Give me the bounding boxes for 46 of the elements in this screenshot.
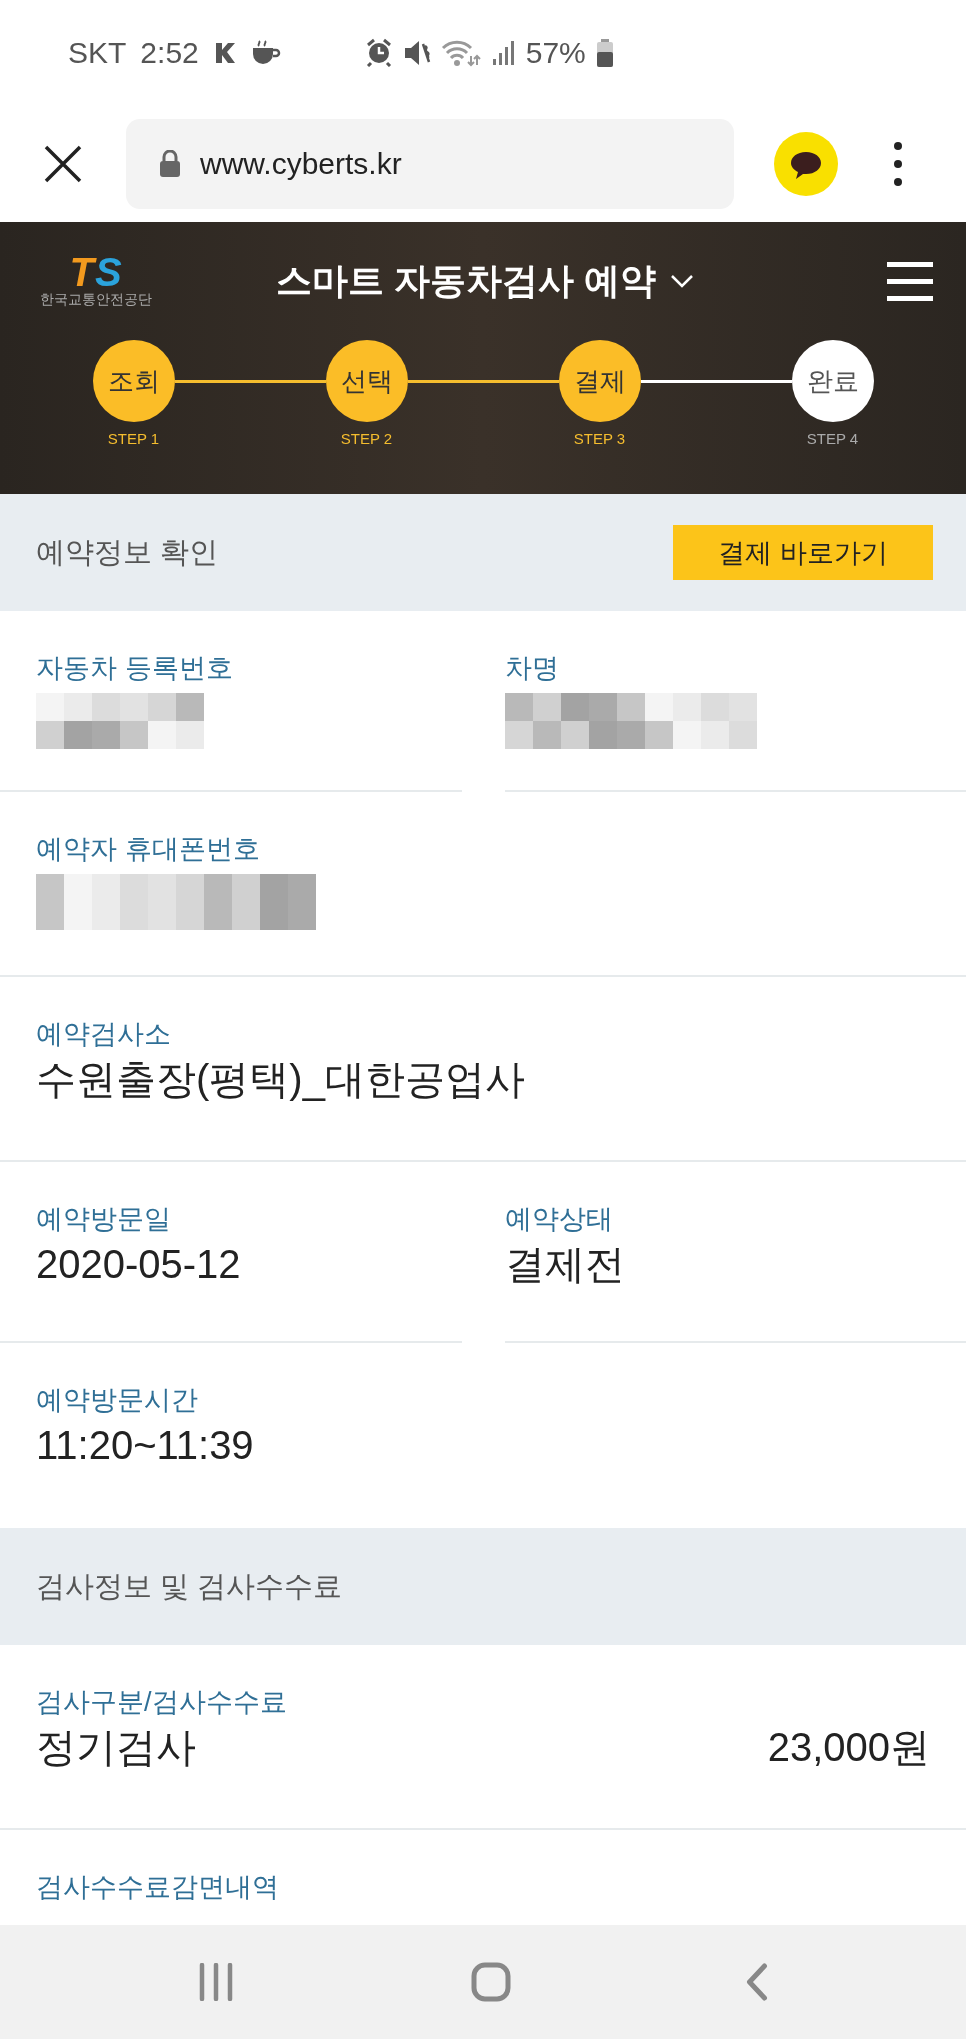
step-number: STEP 1 (107, 430, 160, 447)
pay-now-button[interactable]: 결제 바로가기 (673, 525, 933, 580)
field-value: 수원출장(평택)_대한공업사 (36, 1056, 526, 1103)
battery-percent: 57% (525, 35, 586, 70)
address-bar[interactable]: www.cyberts.kr (126, 118, 734, 209)
field-label: 차명 (505, 652, 560, 685)
signal-icon (490, 38, 516, 67)
more-options-icon[interactable] (894, 141, 902, 186)
step-circle: 완료 (791, 340, 874, 422)
cup-icon (250, 39, 281, 66)
recent-apps-icon[interactable] (199, 1963, 233, 2001)
close-icon[interactable] (44, 144, 82, 183)
fee-amount: 23,000원 (767, 1724, 930, 1771)
field-label: 검사구분/검사수수료 (36, 1686, 288, 1719)
step-number: STEP 2 (340, 430, 393, 447)
logo-text: TS (69, 253, 123, 291)
field-label: 검사수수료감면내역 (36, 1871, 280, 1904)
field-label: 예약자 휴대폰번호 (36, 833, 261, 866)
chevron-down-icon[interactable] (670, 273, 694, 289)
menu-icon[interactable] (887, 261, 933, 301)
field-value: 2020-05-12 (36, 1241, 242, 1288)
back-icon[interactable] (745, 1963, 769, 2001)
field-label: 예약검사소 (36, 1018, 172, 1051)
step-circle: 결제 (558, 340, 641, 422)
field-label: 예약상태 (505, 1203, 614, 1236)
step-circle: 조회 (92, 340, 175, 422)
page-title: 스마트 자동차검사 예약 (276, 258, 656, 303)
logo-caption: 한국교통안전공단 (40, 291, 152, 309)
chat-bubble-icon[interactable] (774, 131, 838, 196)
step-circle: 선택 (325, 340, 408, 422)
lock-icon (158, 149, 182, 178)
field-value: 11:20~11:39 (36, 1422, 255, 1469)
field-value: 결제전 (505, 1241, 626, 1288)
battery-icon (595, 38, 614, 67)
clock-time: 2:52 (140, 35, 199, 70)
field-label: 예약방문시간 (36, 1384, 199, 1417)
field-label: 자동차 등록번호 (36, 652, 234, 685)
section-title: 예약정보 확인 (36, 534, 219, 570)
home-icon[interactable] (471, 1962, 511, 2002)
field-value: 정기검사 (36, 1724, 196, 1771)
step-number: STEP 4 (806, 430, 859, 447)
step-number: STEP 3 (573, 430, 626, 447)
alarm-icon (364, 38, 393, 67)
field-label: 예약방문일 (36, 1203, 172, 1236)
section-title: 검사정보 및 검사수수료 (36, 1568, 343, 1604)
carrier-name: SKT (68, 35, 127, 70)
